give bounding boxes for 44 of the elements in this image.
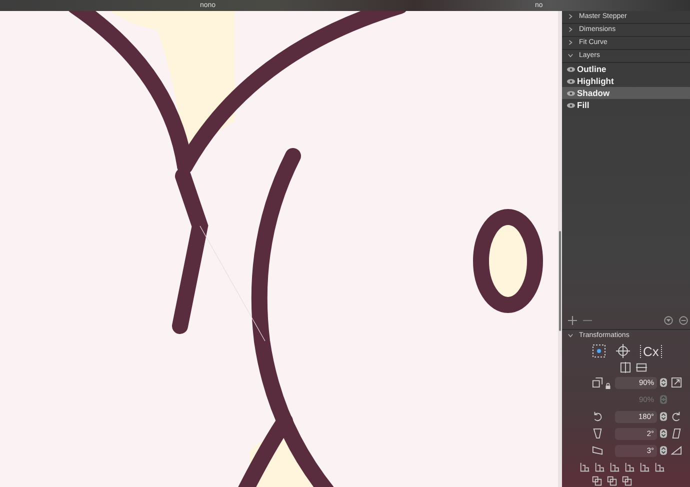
layer-item[interactable]: Shadow — [562, 87, 690, 99]
eye-icon[interactable] — [567, 91, 575, 96]
chevron-icon[interactable] — [568, 40, 573, 45]
align-icon[interactable] — [640, 462, 650, 472]
skew-icon[interactable] — [592, 445, 603, 456]
grid-icon[interactable] — [592, 344, 606, 358]
rotate-icon[interactable] — [592, 411, 603, 422]
stepper-icon[interactable] — [660, 412, 667, 421]
align-icon[interactable] — [595, 462, 605, 472]
chevron-icon[interactable] — [568, 52, 573, 58]
add-icon[interactable] — [568, 316, 577, 324]
lock-icon[interactable] — [605, 382, 613, 388]
chevron-icon[interactable] — [568, 332, 573, 338]
eye-icon[interactable] — [567, 79, 575, 84]
layer-item[interactable]: Outline — [562, 63, 690, 75]
scale-reverse-icon[interactable] — [671, 377, 682, 388]
layer-item[interactable]: Highlight — [562, 75, 690, 87]
flip-vertical-icon[interactable] — [636, 362, 647, 372]
layer-item[interactable]: Fill — [562, 99, 690, 111]
crosshair-icon[interactable] — [616, 344, 630, 358]
align-icon[interactable] — [610, 462, 620, 472]
copy-icon[interactable] — [622, 476, 632, 486]
scale-icon[interactable] — [592, 377, 603, 388]
stepper-icon[interactable] — [660, 429, 667, 438]
align-icon[interactable] — [580, 462, 590, 472]
copy-icon[interactable] — [592, 476, 602, 486]
options-icon[interactable] — [679, 316, 688, 324]
slant-reverse-icon[interactable] — [671, 428, 682, 439]
copy-icon[interactable] — [607, 476, 617, 486]
eye-icon[interactable] — [567, 103, 575, 108]
chevron-icon[interactable] — [568, 26, 573, 32]
chevron-icon[interactable] — [568, 14, 573, 19]
filter-icon[interactable] — [664, 316, 673, 324]
origin-button[interactable]: Cx — [640, 344, 662, 358]
align-icon[interactable] — [625, 462, 635, 472]
stepper-icon[interactable] — [660, 446, 667, 455]
slant-icon[interactable] — [592, 428, 603, 439]
align-icon[interactable] — [655, 462, 665, 472]
eye-icon[interactable] — [567, 67, 575, 72]
skew-reverse-icon[interactable] — [671, 445, 682, 456]
stepper-icon[interactable] — [660, 378, 667, 387]
flip-horizontal-icon[interactable] — [620, 362, 631, 372]
rotate-reverse-icon[interactable] — [671, 411, 682, 422]
scroll-bar[interactable] — [558, 11, 562, 487]
